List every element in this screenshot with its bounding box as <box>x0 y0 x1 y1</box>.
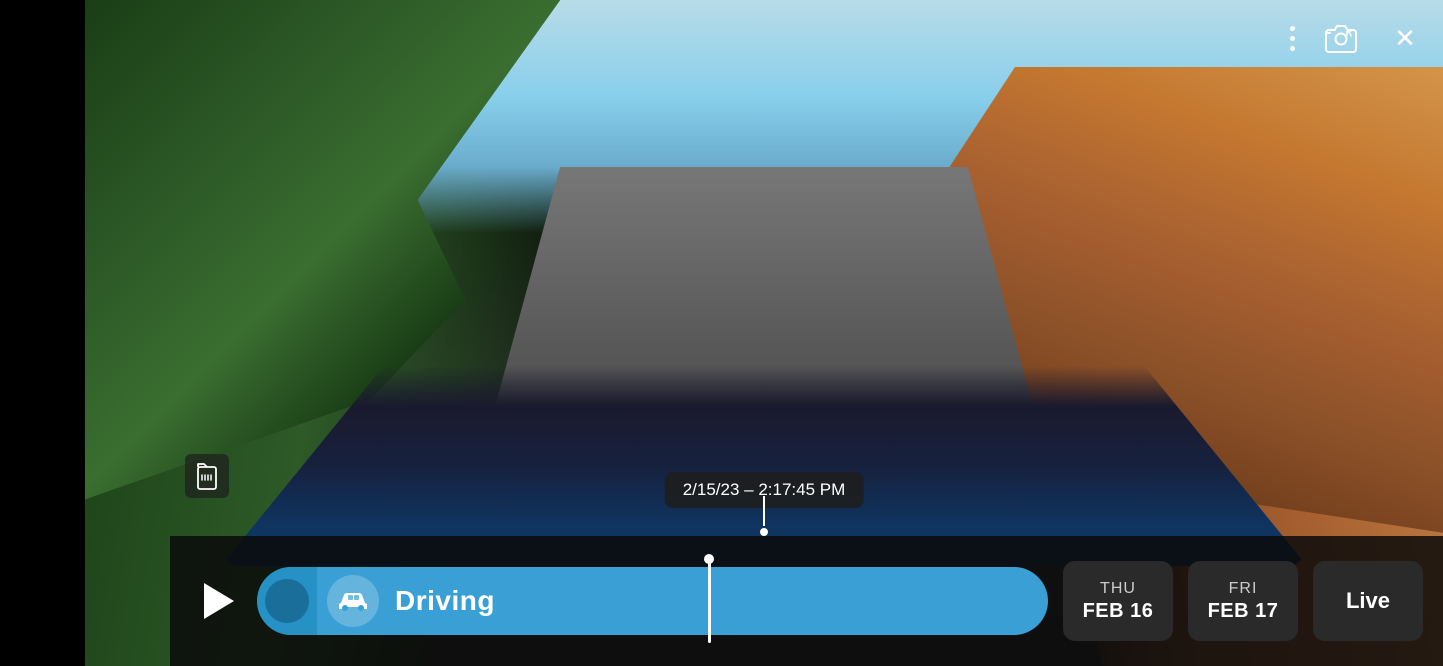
driving-icon-circle <box>327 575 379 627</box>
fri-day-label: FRI <box>1229 580 1258 598</box>
thu-day-label: THU <box>1100 580 1136 598</box>
live-button[interactable]: Live <box>1313 561 1423 641</box>
timeline-pill[interactable]: Driving <box>257 567 1048 635</box>
dot-1 <box>1290 26 1295 31</box>
left-sidebar <box>0 0 85 666</box>
scrubber-dot <box>760 528 768 536</box>
bottom-bar: Driving THU FEB 16 FRI FEB 17 Live <box>170 536 1443 666</box>
timeline-pill-left <box>257 567 317 635</box>
play-icon <box>204 583 234 619</box>
sd-card-icon <box>195 462 219 490</box>
thu-date-label: FEB 16 <box>1083 600 1154 623</box>
thu-feb16-button[interactable]: THU FEB 16 <box>1063 561 1173 641</box>
more-options-button[interactable] <box>1290 26 1295 51</box>
timeline-needle[interactable] <box>708 559 711 643</box>
video-area: ✕ 2/15/23 – 2:17:45 PM <box>85 0 1443 666</box>
dot-3 <box>1290 46 1295 51</box>
fri-feb17-button[interactable]: FRI FEB 17 <box>1188 561 1298 641</box>
play-button[interactable] <box>190 575 242 627</box>
top-controls: ✕ <box>1290 20 1423 56</box>
sd-card-button[interactable] <box>185 454 229 498</box>
driving-label: Driving <box>395 585 495 617</box>
car-icon <box>337 589 369 613</box>
camera-icon <box>1323 23 1359 53</box>
fri-date-label: FEB 17 <box>1208 600 1279 623</box>
dot-2 <box>1290 36 1295 41</box>
timeline-container[interactable]: Driving <box>257 561 1048 641</box>
close-button[interactable]: ✕ <box>1387 20 1423 56</box>
scrubber-line <box>763 496 765 526</box>
screenshot-button[interactable] <box>1320 20 1362 56</box>
timeline-indicator-circle <box>265 579 309 623</box>
live-label: Live <box>1346 588 1390 614</box>
